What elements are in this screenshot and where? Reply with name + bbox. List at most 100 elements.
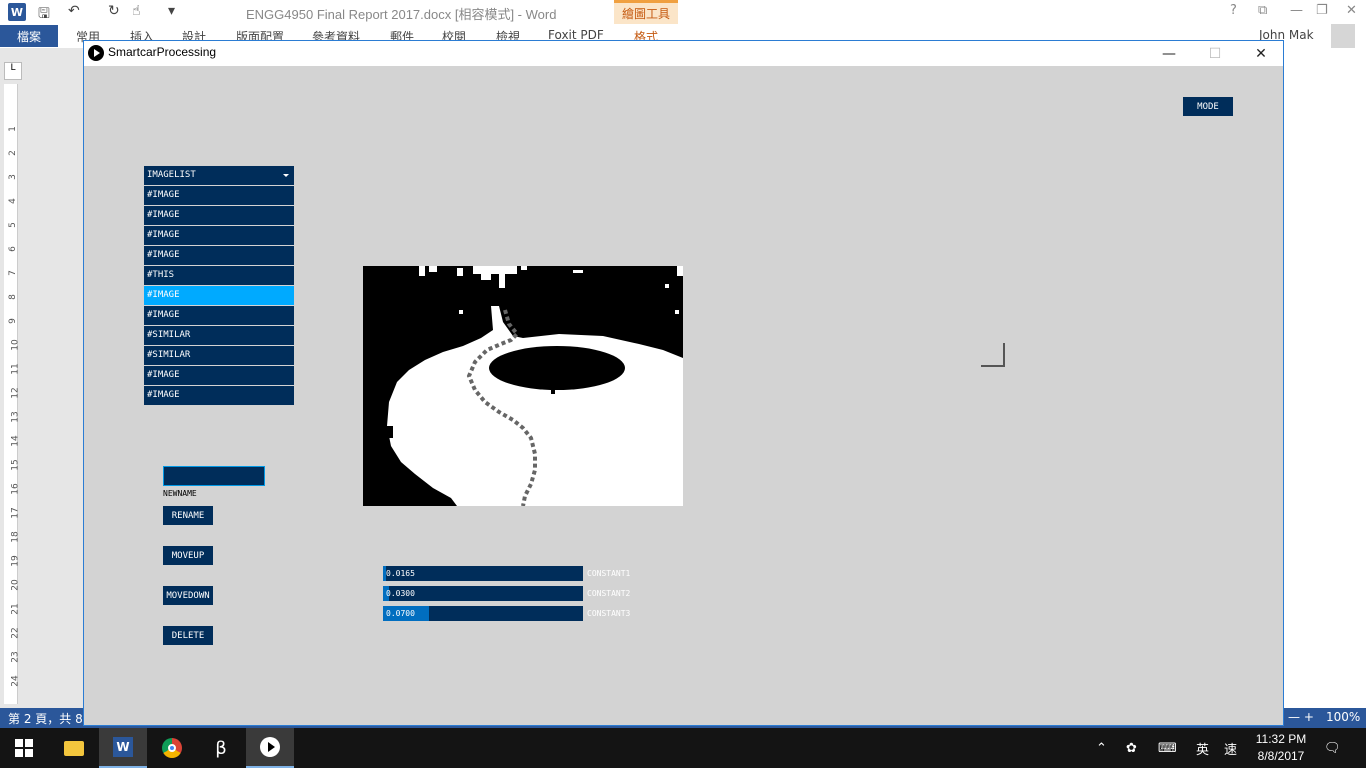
imagelist-item[interactable]: #THIS <box>144 266 294 285</box>
rename-button[interactable]: RENAME <box>163 506 213 525</box>
ruler-number: 17 <box>10 507 21 519</box>
delete-button[interactable]: DELETE <box>163 626 213 645</box>
imagelist-header-label: IMAGELIST <box>147 170 196 180</box>
app-3-icon: β <box>215 737 227 759</box>
crosshair-corner-icon <box>981 343 1005 367</box>
ruler-number: 2 <box>7 150 18 156</box>
drawing-tools-label: 繪圖工具 <box>621 7 670 21</box>
moveup-button[interactable]: MOVEUP <box>163 546 213 565</box>
start-button[interactable] <box>0 728 48 768</box>
imagelist-item[interactable]: #IMAGE <box>144 386 294 405</box>
taskbar-chrome[interactable] <box>148 728 196 768</box>
help-icon[interactable]: ? <box>1230 3 1237 18</box>
zoom-level[interactable]: 100% <box>1326 710 1360 724</box>
constant2-slider[interactable]: 0.0300 <box>383 586 583 601</box>
sketch-canvas[interactable]: MODE IMAGELIST #IMAGE #IMAGE #IMAGE #IMAGE #… <box>84 66 1283 725</box>
processing-icon <box>260 737 280 757</box>
imagelist-items: #IMAGE #IMAGE #IMAGE #IMAGE #THIS #IMAGE #IMAG… <box>144 186 294 405</box>
chrome-icon <box>162 738 182 758</box>
taskbar-clock[interactable]: 11:32 PM 8/8/2017 <box>1248 731 1314 765</box>
ruler-number: 11 <box>10 363 21 375</box>
ruler-number: 21 <box>10 603 21 615</box>
imagelist-item[interactable]: #IMAGE <box>144 206 294 225</box>
word-icon: W <box>113 737 133 757</box>
imagelist-item[interactable]: #IMAGE <box>144 186 294 205</box>
slider-value: 0.0300 <box>386 589 415 598</box>
close-button[interactable]: ✕ <box>1238 41 1284 66</box>
tab-file[interactable]: 檔案 <box>0 25 58 47</box>
imagelist-item[interactable]: #IMAGE <box>144 286 294 305</box>
ribbon-display-icon[interactable]: ⧉ <box>1258 3 1267 18</box>
document-title: ENGG4950 Final Report 2017.docx [相容模式] -… <box>246 7 557 22</box>
imagelist-item[interactable]: #IMAGE <box>144 306 294 325</box>
ruler-number: 4 <box>7 198 18 204</box>
windows-logo-icon <box>15 739 33 757</box>
imagelist-item[interactable]: #IMAGE <box>144 246 294 265</box>
taskbar-file-explorer[interactable] <box>50 728 98 768</box>
processing-app-icon <box>88 45 104 61</box>
newname-label: NEWNAME <box>163 489 197 498</box>
user-avatar[interactable] <box>1331 24 1355 48</box>
taskbar-app[interactable]: β <box>197 728 245 768</box>
window-title: SmartcarProcessing <box>108 45 217 59</box>
word-restore-icon[interactable]: ❐ <box>1316 3 1328 18</box>
constant3-slider[interactable]: 0.0700 <box>383 606 583 621</box>
touch-mode-icon[interactable]: ☝ <box>132 3 141 19</box>
imagelist-item[interactable]: #IMAGE <box>144 226 294 245</box>
ruler-number: 3 <box>7 174 18 180</box>
vertical-ruler: 1 2 3 4 5 6 7 8 9 10 11 12 13 14 15 16 17 18 19 20 21 22 23 24 <box>4 84 21 704</box>
ruler-number: 10 <box>10 339 21 351</box>
ruler-number: 8 <box>7 294 18 300</box>
ruler-number: 20 <box>10 579 21 591</box>
imagelist-item[interactable]: #IMAGE <box>144 366 294 385</box>
imagelist-dropdown[interactable]: IMAGELIST #IMAGE #IMAGE #IMAGE #IMAGE #THIS #… <box>144 166 294 406</box>
tray-chevron-icon[interactable]: ⌃ <box>1096 728 1107 768</box>
ruler-number: 19 <box>10 555 21 567</box>
window-titlebar[interactable]: SmartcarProcessing — ☐ ✕ <box>84 41 1283 66</box>
slider-label: CONSTANT2 <box>587 589 631 598</box>
ruler-number: 12 <box>10 387 21 399</box>
word-close-icon[interactable]: ✕ <box>1346 3 1357 18</box>
taskbar-word[interactable]: W <box>99 728 147 768</box>
imagelist-item[interactable]: #SIMILAR <box>144 326 294 345</box>
imagelist-header[interactable]: IMAGELIST <box>144 166 294 185</box>
movedown-button[interactable]: MOVEDOWN <box>163 586 213 605</box>
minimize-button[interactable]: — <box>1146 41 1192 66</box>
clock-time: 11:32 PM <box>1255 732 1307 746</box>
taskbar-processing[interactable] <box>246 728 294 768</box>
newname-input[interactable] <box>163 466 265 486</box>
ruler-number: 15 <box>10 459 21 471</box>
tray-app-icon[interactable]: ✿ <box>1126 728 1137 768</box>
ime-language[interactable]: 英 <box>1196 728 1209 768</box>
zoom-in-icon[interactable]: — + <box>1288 710 1314 724</box>
redo-icon[interactable]: ↻ <box>108 3 120 19</box>
constant1-slider[interactable]: 0.0165 <box>383 566 583 581</box>
ruler-number: 23 <box>10 651 21 663</box>
camera-image <box>363 266 683 506</box>
word-minimize-icon[interactable]: — <box>1290 3 1303 18</box>
ruler-number: 1 <box>7 126 18 132</box>
tab-selector-icon[interactable]: L <box>4 62 22 80</box>
slider-label: CONSTANT3 <box>587 609 631 618</box>
customize-qat-icon[interactable]: ▾ <box>168 3 175 19</box>
word-app-icon: W <box>8 3 26 21</box>
folder-icon <box>64 740 84 756</box>
ruler-number: 16 <box>10 483 21 495</box>
undo-icon[interactable]: ↶ <box>68 3 80 19</box>
mode-button[interactable]: MODE <box>1183 97 1233 116</box>
slider-label: CONSTANT1 <box>587 569 631 578</box>
imagelist-item[interactable]: #SIMILAR <box>144 346 294 365</box>
ruler-number: 6 <box>7 246 18 252</box>
slider-value: 0.0700 <box>386 609 415 618</box>
binary-track-image <box>363 266 683 506</box>
ime-mode[interactable]: 速 <box>1224 728 1237 768</box>
ruler-number: 9 <box>7 318 18 324</box>
ruler-number: 22 <box>10 627 21 639</box>
keyboard-icon[interactable]: ⌨ <box>1158 728 1177 768</box>
word-titlebar: W 🖫 ↶ ↻ ☝ ▾ ENGG4950 Final Report 2017.d… <box>0 0 1366 24</box>
page-count[interactable]: 第 2 頁，共 8 <box>8 710 83 727</box>
notifications-icon[interactable]: 🗨 <box>1324 728 1341 768</box>
ruler-number: 24 <box>10 675 21 687</box>
clock-date: 8/8/2017 <box>1257 749 1305 763</box>
maximize-button[interactable]: ☐ <box>1192 41 1238 66</box>
